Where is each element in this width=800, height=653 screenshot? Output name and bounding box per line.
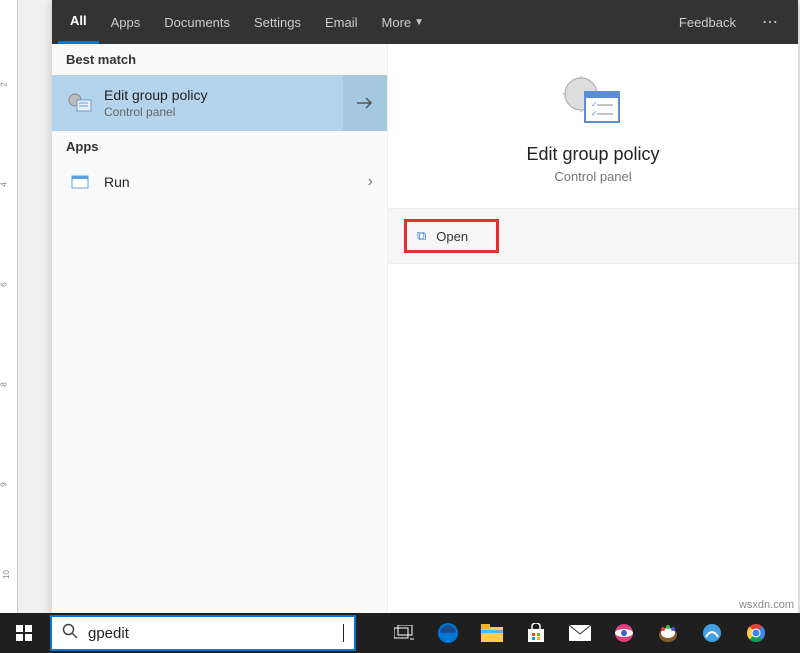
control-panel-icon bbox=[66, 93, 94, 113]
tab-bar: All Apps Documents Settings Email More▼ … bbox=[52, 0, 798, 44]
edge-icon[interactable] bbox=[426, 613, 470, 653]
run-icon bbox=[66, 172, 94, 192]
task-view-icon[interactable] bbox=[382, 613, 426, 653]
details-column: ✓✓ Edit group policy Control panel ⧉ Ope… bbox=[388, 44, 798, 613]
detail-title: Edit group policy bbox=[408, 144, 778, 165]
main-area: Best match Edit group policy Control pan… bbox=[52, 44, 798, 613]
file-explorer-icon[interactable] bbox=[470, 613, 514, 653]
svg-text:✓: ✓ bbox=[591, 109, 598, 118]
tab-apps[interactable]: Apps bbox=[99, 0, 153, 44]
search-icon bbox=[62, 623, 78, 644]
watermark: wsxdn.com bbox=[739, 599, 794, 611]
arrow-right-icon bbox=[356, 96, 374, 110]
svg-text:✓: ✓ bbox=[591, 100, 598, 109]
more-options-icon[interactable]: ⋯ bbox=[748, 12, 792, 32]
open-icon: ⧉ bbox=[417, 228, 426, 244]
best-match-result[interactable]: Edit group policy Control panel bbox=[52, 75, 387, 131]
app-icon-1[interactable] bbox=[602, 613, 646, 653]
taskbar-icons bbox=[382, 613, 778, 653]
best-match-header: Best match bbox=[52, 44, 387, 75]
windows-icon bbox=[16, 625, 32, 641]
chrome-icon[interactable] bbox=[734, 613, 778, 653]
detail-large-icon: ✓✓ bbox=[408, 76, 778, 130]
result-subtitle: Control panel bbox=[104, 105, 343, 119]
store-icon[interactable] bbox=[514, 613, 558, 653]
open-label: Open bbox=[436, 229, 468, 244]
open-button[interactable]: ⧉ Open bbox=[404, 219, 499, 253]
tab-more[interactable]: More▼ bbox=[370, 0, 437, 44]
results-column: Best match Edit group policy Control pan… bbox=[52, 44, 388, 613]
search-window: All Apps Documents Settings Email More▼ … bbox=[52, 0, 798, 613]
chevron-down-icon: ▼ bbox=[414, 17, 424, 28]
tab-email[interactable]: Email bbox=[313, 0, 370, 44]
tab-all[interactable]: All bbox=[58, 0, 99, 44]
text-cursor bbox=[343, 624, 344, 642]
action-row: ⧉ Open bbox=[388, 209, 798, 264]
search-box[interactable]: gpedit bbox=[50, 615, 356, 651]
tab-settings[interactable]: Settings bbox=[242, 0, 313, 44]
apps-result-title: Run bbox=[104, 174, 368, 190]
app-icon-2[interactable] bbox=[646, 613, 690, 653]
app-icon-3[interactable] bbox=[690, 613, 734, 653]
apps-result-run[interactable]: Run › bbox=[52, 162, 387, 202]
mail-icon[interactable] bbox=[558, 613, 602, 653]
apps-header: Apps bbox=[52, 131, 387, 162]
taskbar: gpedit bbox=[0, 613, 800, 653]
result-title: Edit group policy bbox=[104, 87, 343, 103]
start-button[interactable] bbox=[0, 613, 48, 653]
detail-subtitle: Control panel bbox=[408, 169, 778, 184]
expand-arrow[interactable] bbox=[343, 75, 387, 131]
feedback-link[interactable]: Feedback bbox=[667, 15, 748, 30]
search-input[interactable]: gpedit bbox=[88, 625, 342, 642]
detail-header: ✓✓ Edit group policy Control panel bbox=[388, 44, 798, 209]
tab-documents[interactable]: Documents bbox=[152, 0, 242, 44]
vertical-ruler: 2 4 6 8 9 10 bbox=[0, 0, 18, 613]
chevron-right-icon: › bbox=[368, 173, 373, 191]
